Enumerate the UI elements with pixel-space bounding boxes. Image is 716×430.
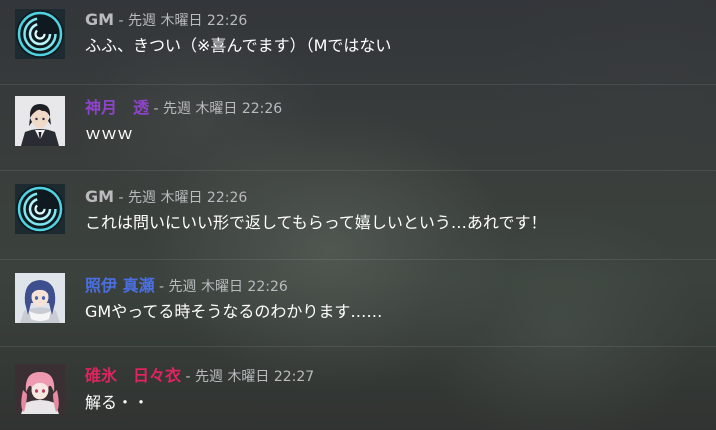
header-separator: - (154, 279, 169, 295)
author-name[interactable]: GM (85, 10, 114, 29)
message-item[interactable]: GM - 先週 木曜日 22:26 ふふ、きつい（※喜んでます）（Mではない (0, 0, 716, 84)
gm-spiral-icon[interactable] (15, 9, 65, 59)
header-separator: - (149, 101, 163, 117)
author-name[interactable]: 照伊 真瀬 (85, 276, 155, 295)
character-portrait-icon[interactable] (15, 96, 65, 146)
author-name[interactable]: 碓氷 日々衣 (85, 366, 181, 385)
header-separator: - (114, 190, 129, 206)
timestamp: 先週 木曜日 22:26 (128, 190, 248, 206)
message-item[interactable]: 神月 透 - 先週 木曜日 22:26 ｗｗｗ (0, 84, 716, 170)
message-header: GM - 先週 木曜日 22:26 (85, 187, 247, 207)
message-header: GM - 先週 木曜日 22:26 (85, 10, 247, 30)
character-portrait-icon[interactable] (15, 273, 65, 323)
gm-spiral-icon[interactable] (15, 184, 65, 234)
character-portrait-icon[interactable] (15, 364, 65, 414)
message-divider (0, 346, 716, 347)
timestamp: 先週 木曜日 22:26 (168, 279, 288, 295)
message-divider (0, 170, 716, 171)
message-header: 神月 透 - 先週 木曜日 22:26 (85, 98, 282, 118)
header-separator: - (114, 13, 129, 29)
message-divider (0, 84, 716, 85)
message-header: 碓氷 日々衣 - 先週 木曜日 22:27 (85, 366, 314, 386)
timestamp: 先週 木曜日 22:26 (128, 13, 248, 29)
author-name[interactable]: GM (85, 187, 114, 206)
header-separator: - (181, 369, 195, 385)
timestamp: 先週 木曜日 22:26 (162, 101, 283, 117)
message-item[interactable]: GM - 先週 木曜日 22:26 これは問いにいい形で返してもらって嬉しいとい… (0, 170, 716, 259)
message-divider (0, 259, 716, 260)
timestamp: 先週 木曜日 22:27 (194, 369, 315, 385)
message-item[interactable]: 碓氷 日々衣 - 先週 木曜日 22:27 解る・・ (0, 346, 716, 430)
message-text: ふふ、きつい（※喜んでます）（Mではない (85, 36, 392, 55)
message-header: 照伊 真瀬 - 先週 木曜日 22:26 (85, 276, 288, 296)
message-text: ｗｗｗ (85, 124, 134, 143)
author-name[interactable]: 神月 透 (85, 98, 149, 117)
message-item[interactable]: 照伊 真瀬 - 先週 木曜日 22:26 GMやってる時そうなるのわかります…… (0, 259, 716, 346)
message-text: 解る・・ (85, 393, 150, 412)
message-feed[interactable]: GM - 先週 木曜日 22:26 ふふ、きつい（※喜んでます）（Mではない 神… (0, 0, 716, 430)
message-text: これは問いにいい形で返してもらって嬉しいという…あれです！ (85, 213, 547, 232)
message-text: GMやってる時そうなるのわかります…… (85, 302, 383, 321)
